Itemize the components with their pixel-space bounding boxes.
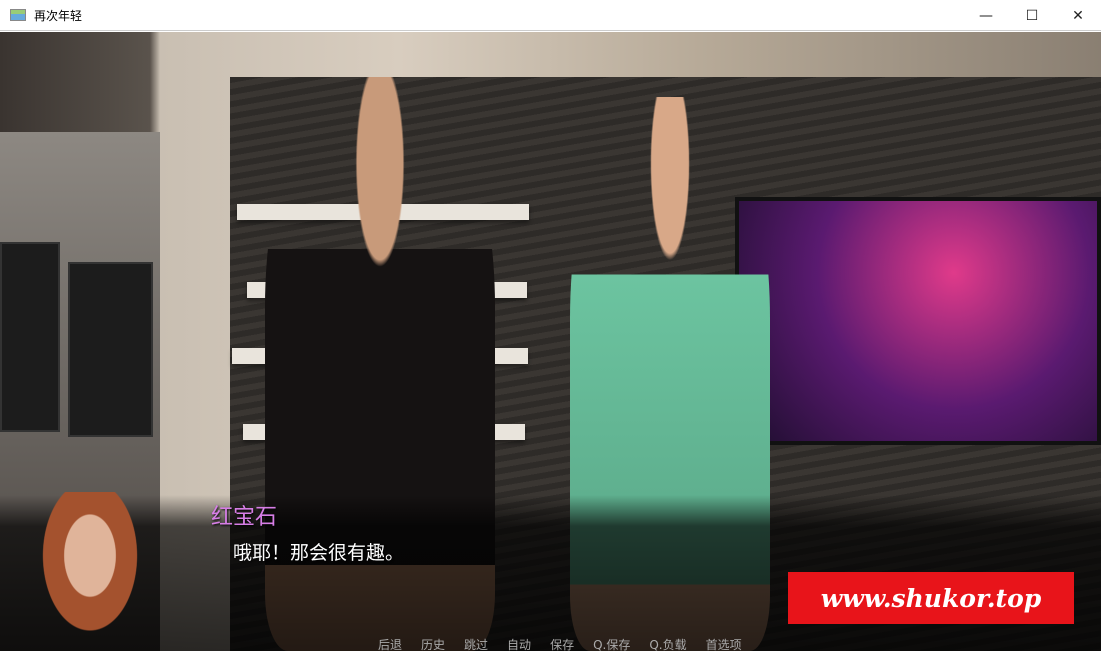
quick-menu-back[interactable]: 后退: [378, 636, 402, 651]
maximize-button[interactable]: ☐: [1009, 0, 1055, 31]
quick-menu-save[interactable]: 保存: [550, 636, 574, 651]
quick-menu-quick-save[interactable]: Q.保存: [593, 636, 630, 651]
window-title: 再次年轻: [34, 8, 83, 23]
dialogue-text: 哦耶！那会很有趣。: [233, 542, 405, 564]
television: [735, 197, 1101, 445]
speaker-name: 红宝石: [211, 505, 278, 530]
title-bar: 再次年轻 — ☐ ✕: [0, 0, 1101, 31]
wall-picture: [0, 242, 60, 432]
wall-picture: [68, 262, 153, 437]
quick-menu-auto[interactable]: 自动: [507, 636, 531, 651]
game-scene[interactable]: 红宝石 哦耶！那会很有趣。 后退 历史 跳过 自动 保存 Q.保存 Q.负载 首…: [0, 32, 1101, 651]
watermark: www.shukor.top: [788, 572, 1074, 624]
quick-menu-history[interactable]: 历史: [421, 636, 445, 651]
quick-menu-skip[interactable]: 跳过: [464, 636, 488, 651]
quick-menu: 后退 历史 跳过 自动 保存 Q.保存 Q.负载 首选项: [378, 636, 761, 651]
app-icon: [10, 9, 26, 21]
close-button[interactable]: ✕: [1055, 0, 1101, 31]
quick-menu-quick-load[interactable]: Q.负载: [649, 636, 686, 651]
minimize-button[interactable]: —: [963, 0, 1009, 31]
side-portrait: [30, 492, 150, 651]
quick-menu-preferences[interactable]: 首选项: [706, 636, 742, 651]
